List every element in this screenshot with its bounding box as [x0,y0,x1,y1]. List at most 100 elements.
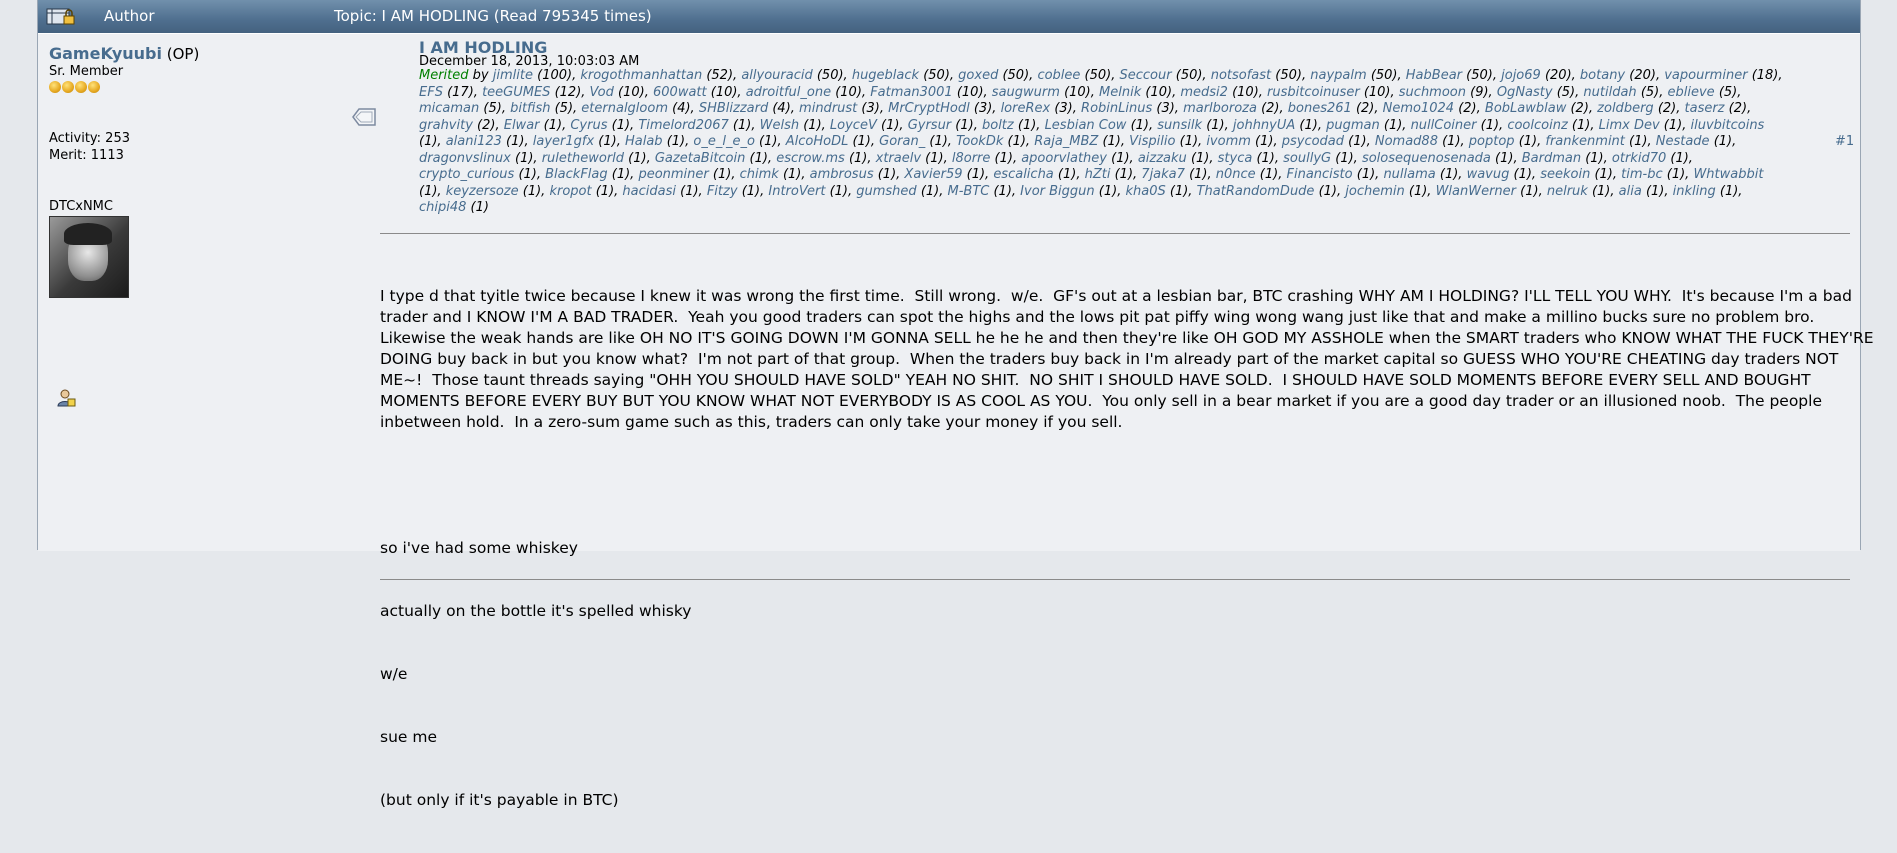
merit-user-link[interactable]: OgNasty [1497,85,1553,100]
merit-user-link[interactable]: chipi48 [419,200,466,215]
merit-user-link[interactable]: psycodad [1282,134,1344,149]
view-profile-icon[interactable] [56,388,76,408]
merit-user-link[interactable]: M-BTC [948,184,990,199]
merit-user-link[interactable]: bitfish [510,101,550,116]
merit-user-link[interactable]: hugeblack [852,68,919,83]
merit-user-link[interactable]: ruletheworld [542,151,624,166]
merit-user-link[interactable]: wavug [1467,167,1510,182]
merit-user-link[interactable]: dragonvslinux [419,151,511,166]
merit-user-link[interactable]: escrow.ms [776,151,845,166]
merit-user-link[interactable]: gumshed [856,184,916,199]
merit-user-link[interactable]: krogothmanhattan [580,68,702,83]
avatar[interactable] [49,216,129,298]
merit-user-link[interactable]: o_e_l_e_o [693,134,755,149]
merit-user-link[interactable]: nutildah [1583,85,1636,100]
merit-user-link[interactable]: Cyrus [570,118,607,133]
merit-user-link[interactable]: bones261 [1288,101,1352,116]
merit-user-link[interactable]: jojo69 [1501,68,1541,83]
merit-user-link[interactable]: GazetaBitcoin [655,151,746,166]
merit-user-link[interactable]: Seccour [1120,68,1172,83]
merit-user-link[interactable]: Halab [625,134,663,149]
merit-user-link[interactable]: keyzersoze [446,184,519,199]
merit-user-link[interactable]: vapourminer [1664,68,1747,83]
merit-user-link[interactable]: frankenmint [1545,134,1625,149]
merit-user-link[interactable]: escalicha [993,167,1053,182]
merit-user-link[interactable]: chimk [740,167,779,182]
merit-user-link[interactable]: nullCoiner [1411,118,1477,133]
merit-user-link[interactable]: Vod [590,85,614,100]
merit-user-link[interactable]: Raja_MBZ [1034,134,1098,149]
merit-user-link[interactable]: allyouracid [741,68,812,83]
merit-user-link[interactable]: notsofast [1211,68,1271,83]
merit-user-link[interactable]: 7jaka7 [1141,167,1185,182]
merit-user-link[interactable]: Fitzy [707,184,738,199]
merit-user-link[interactable]: marlboroza [1183,101,1257,116]
merit-user-link[interactable]: RobinLinus [1081,101,1152,116]
merit-user-link[interactable]: n0nce [1216,167,1256,182]
merit-user-link[interactable]: eblieve [1668,85,1715,100]
merit-user-link[interactable]: botany [1580,68,1625,83]
merit-user-link[interactable]: teeGUMES [482,85,550,100]
merit-user-link[interactable]: iluvbitcoins [1690,118,1764,133]
merit-user-link[interactable]: Whtwabbit [1693,167,1763,182]
merit-user-link[interactable]: TookDk [956,134,1003,149]
merit-user-link[interactable]: BlackFlag [545,167,607,182]
merit-user-link[interactable]: boltz [982,118,1014,133]
merit-user-link[interactable]: Nomad88 [1375,134,1438,149]
merit-user-link[interactable]: peonminer [638,167,708,182]
merit-user-link[interactable]: grahvity [419,118,473,133]
merit-user-link[interactable]: Welsh [760,118,799,133]
merit-user-link[interactable]: soullyG [1283,151,1331,166]
merit-user-link[interactable]: loreRex [1001,101,1051,116]
merit-user-link[interactable]: Elwar [504,118,540,133]
merit-user-link[interactable]: aizzaku [1138,151,1187,166]
merit-user-link[interactable]: adroitful_one [746,85,831,100]
merit-user-link[interactable]: Limx Dev [1599,118,1660,133]
merit-user-link[interactable]: Melnik [1099,85,1141,100]
merit-user-link[interactable]: Nestade [1656,134,1710,149]
merit-user-link[interactable]: coolcoinz [1507,118,1567,133]
merit-user-link[interactable]: sunsilk [1157,118,1202,133]
merit-user-link[interactable]: apoorvlathey [1021,151,1107,166]
merit-user-link[interactable]: ThatRandomDude [1197,184,1315,199]
merit-user-link[interactable]: nelruk [1547,184,1588,199]
merit-user-link[interactable]: nullama [1383,167,1435,182]
merit-user-link[interactable]: Goran_ [879,134,925,149]
merit-user-link[interactable]: jimlite [493,68,533,83]
merit-user-link[interactable]: micaman [419,101,479,116]
merit-user-link[interactable]: Nemo1024 [1383,101,1454,116]
merit-user-link[interactable]: layer1gfx [533,134,594,149]
merit-user-link[interactable]: goxed [958,68,998,83]
merit-user-link[interactable]: otrkid70 [1612,151,1666,166]
merit-user-link[interactable]: Timelord2067 [638,118,728,133]
merit-user-link[interactable]: seekoin [1540,167,1590,182]
merit-user-link[interactable]: inkling [1673,184,1716,199]
merit-user-link[interactable]: SHBlizzard [699,101,768,116]
post-number-link[interactable]: #1 [1835,134,1854,149]
merit-user-link[interactable]: poptop [1469,134,1515,149]
merit-user-link[interactable]: LoyceV [830,118,877,133]
merit-user-link[interactable]: styca [1218,151,1253,166]
merit-user-link[interactable]: tim-bc [1621,167,1662,182]
merit-user-link[interactable]: Xavier59 [904,167,962,182]
merit-user-link[interactable]: jochemin [1345,184,1404,199]
merit-user-link[interactable]: Ivor Biggun [1020,184,1094,199]
merit-user-link[interactable]: BobLawblaw [1485,101,1566,116]
merit-user-link[interactable]: crypto_curious [419,167,514,182]
merit-user-link[interactable]: Gyrsur [908,118,951,133]
merit-user-link[interactable]: EFS [419,85,443,100]
merit-user-link[interactable]: ivomm [1206,134,1251,149]
merit-user-link[interactable]: medsi2 [1180,85,1228,100]
merit-user-link[interactable]: AlcoHoDL [786,134,849,149]
merit-user-link[interactable]: MrCryptHodl [888,101,970,116]
merit-user-link[interactable]: xtraelv [876,151,921,166]
merit-user-link[interactable]: mindrust [799,101,857,116]
merit-user-link[interactable]: Lesbian Cow [1045,118,1127,133]
merit-user-link[interactable]: pugman [1326,118,1380,133]
merit-user-link[interactable]: 600watt [653,85,707,100]
merit-user-link[interactable]: Fatman3001 [870,85,953,100]
merit-user-link[interactable]: HabBear [1406,68,1462,83]
merit-user-link[interactable]: kropot [549,184,591,199]
merit-user-link[interactable]: l8orre [952,151,991,166]
poster-username-link[interactable]: GameKyuubi [49,44,162,63]
